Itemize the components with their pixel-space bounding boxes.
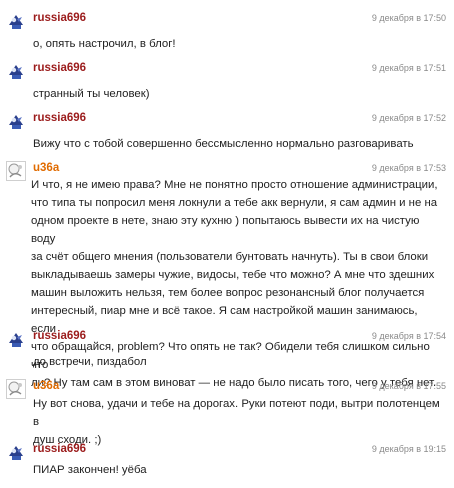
- comment-author-link[interactable]: u36a: [33, 379, 59, 393]
- comment-text: Ну вот снова, удачи и тебе на дорогах. Р…: [33, 398, 440, 446]
- comment-author-link[interactable]: russia696: [33, 111, 86, 125]
- comment-timestamp: 9 декабря в 17:54: [371, 331, 446, 341]
- comment-timestamp: 9 декабря в 17:52: [371, 113, 446, 123]
- comment-timestamp: 9 декабря в 17:51: [371, 63, 446, 73]
- comment-timestamp: 9 декабря в 17:53: [371, 163, 446, 173]
- sticker-avatar-icon[interactable]: [6, 161, 26, 181]
- bird-avatar-icon[interactable]: [6, 61, 26, 81]
- comment-thread: russia696 9 декабря в 17:50 о, опять нас…: [0, 0, 454, 488]
- bird-avatar-icon[interactable]: [6, 442, 26, 462]
- comment-text: странный ты человек): [33, 88, 150, 100]
- comment-text: Вижу что с тобой совершенно бессмысленно…: [33, 138, 414, 150]
- comment-timestamp: 9 декабря в 17:50: [371, 13, 446, 23]
- comment-author-link[interactable]: u36a: [33, 161, 59, 175]
- comment-timestamp: 9 декабря в 19:15: [371, 444, 446, 454]
- comment-author-link[interactable]: russia696: [33, 442, 86, 456]
- sticker-avatar-icon[interactable]: [6, 379, 26, 399]
- comment-text: ПИАР закончен! уёба: [33, 464, 147, 476]
- bird-avatar-icon[interactable]: [6, 11, 26, 31]
- comment-author-link[interactable]: russia696: [33, 11, 86, 25]
- comment-author-link[interactable]: russia696: [33, 61, 86, 75]
- comment-timestamp: 9 декабря в 17:55: [371, 381, 446, 391]
- comment-author-link[interactable]: russia696: [33, 329, 86, 343]
- bird-avatar-icon[interactable]: [6, 329, 26, 349]
- comment-text: до встречи, пиздабол: [33, 356, 147, 368]
- comment-text: о, опять настрочил, в блог!: [33, 38, 176, 50]
- bird-avatar-icon[interactable]: [6, 111, 26, 131]
